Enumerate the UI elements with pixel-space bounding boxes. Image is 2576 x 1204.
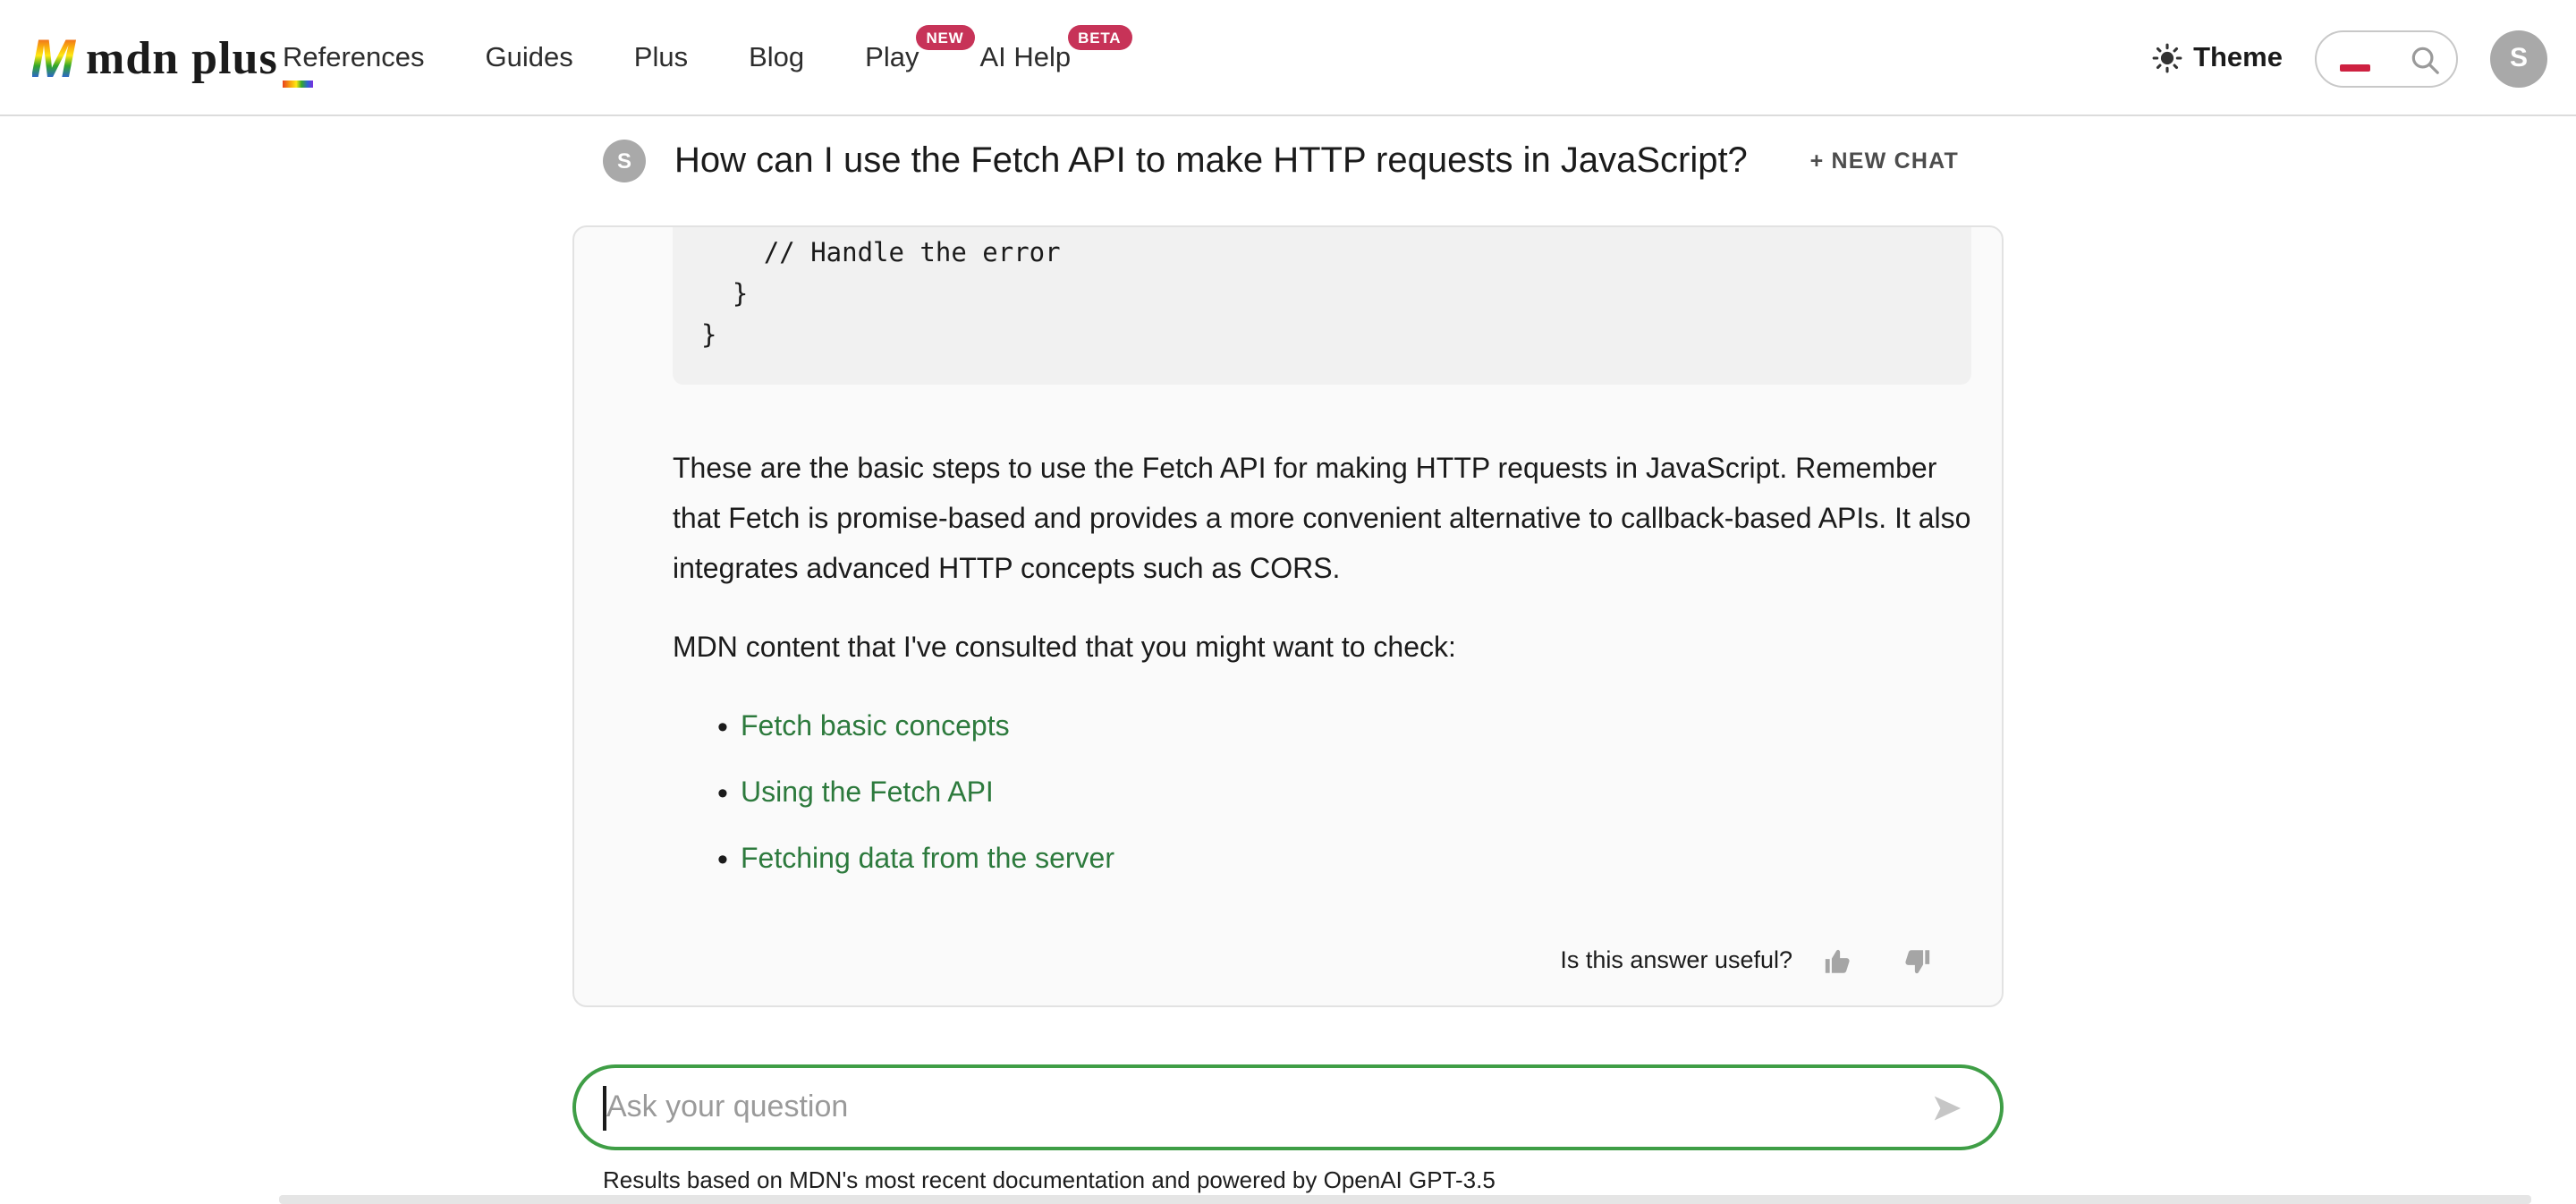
source-link-fetching-data-from-server[interactable]: Fetching data from the server: [741, 844, 1114, 875]
new-badge: NEW: [915, 24, 974, 50]
thumbs-up-button[interactable]: [1823, 945, 1853, 976]
svg-text:M: M: [32, 30, 77, 83]
logo-wordmark: mdn plus: [86, 31, 278, 85]
sources-intro: MDN content that I've consulted that you…: [673, 624, 1971, 674]
send-arrow-icon: [1930, 1090, 1964, 1124]
new-chat-button[interactable]: + NEW CHAT: [1810, 148, 1959, 174]
nav-item-references[interactable]: References: [283, 42, 425, 74]
nav-item-ai-help[interactable]: AI Help BETA: [979, 42, 1071, 74]
chat-question-header: S How can I use the Fetch API to make HT…: [572, 140, 2004, 182]
thumbs-down-button[interactable]: [1902, 945, 1932, 976]
feedback-question: Is this answer useful?: [1560, 936, 1792, 986]
nav-item-plus[interactable]: Plus: [634, 42, 688, 74]
beta-badge: BETA: [1067, 24, 1131, 50]
ask-question-input[interactable]: [606, 1090, 1930, 1125]
theme-toggle[interactable]: Theme: [2152, 42, 2283, 74]
feedback-row: Is this answer useful?: [673, 936, 1932, 986]
sun-icon: [2152, 43, 2182, 73]
site-search-input[interactable]: [2315, 30, 2458, 87]
list-item: Using the Fetch API: [673, 769, 1971, 819]
navbar-right-cluster: Theme S: [2152, 0, 2547, 116]
thumbs-up-icon: [1823, 945, 1853, 976]
ai-help-page: M mdn plus References Guides Plus Blog P…: [0, 0, 2576, 1204]
code-line: // Handle the error: [701, 234, 1943, 276]
magnifier-icon: [2408, 42, 2442, 76]
question-avatar: S: [603, 140, 646, 182]
nav-item-guides[interactable]: Guides: [486, 42, 573, 74]
user-avatar[interactable]: S: [2490, 30, 2547, 87]
mdn-plus-logo[interactable]: M mdn plus: [32, 0, 314, 116]
sources-list: Fetch basic concepts Using the Fetch API…: [673, 703, 1971, 886]
list-item: Fetch basic concepts: [673, 703, 1971, 753]
ai-answer-card: // Handle the error }} These are the bas…: [572, 225, 2004, 1007]
text-cursor: [603, 1086, 606, 1131]
source-link-fetch-basic-concepts[interactable]: Fetch basic concepts: [741, 712, 1010, 742]
top-navbar: M mdn plus References Guides Plus Blog P…: [0, 0, 2576, 116]
send-button[interactable]: [1930, 1090, 1964, 1124]
search-shortcut-hint: [2340, 64, 2370, 71]
answer-paragraph: These are the basic steps to use the Fet…: [673, 445, 1971, 596]
nav-item-play[interactable]: Play NEW: [865, 42, 919, 74]
composer-footnote: Results based on MDN's most recent docum…: [603, 1166, 1496, 1193]
list-item: Fetching data from the server: [673, 835, 1971, 886]
thumbs-down-icon: [1902, 945, 1932, 976]
code-line: }: [701, 317, 1943, 358]
theme-toggle-label: Theme: [2193, 42, 2283, 74]
nav-item-blog[interactable]: Blog: [749, 42, 804, 74]
page-bottom-fade: [279, 1195, 2531, 1204]
answer-body: These are the basic steps to use the Fet…: [673, 445, 1971, 986]
feedback-buttons: [1823, 945, 1932, 976]
code-block: // Handle the error }}: [673, 227, 1971, 385]
mdn-rainbow-m-icon: M: [32, 30, 77, 83]
code-line: }: [701, 276, 1943, 317]
chat-question-title: How can I use the Fetch API to make HTTP…: [674, 140, 1748, 182]
source-link-using-the-fetch-api[interactable]: Using the Fetch API: [741, 778, 994, 809]
question-composer: [572, 1064, 2004, 1150]
main-nav-menu: References Guides Plus Blog Play NEW AI …: [283, 0, 1071, 116]
